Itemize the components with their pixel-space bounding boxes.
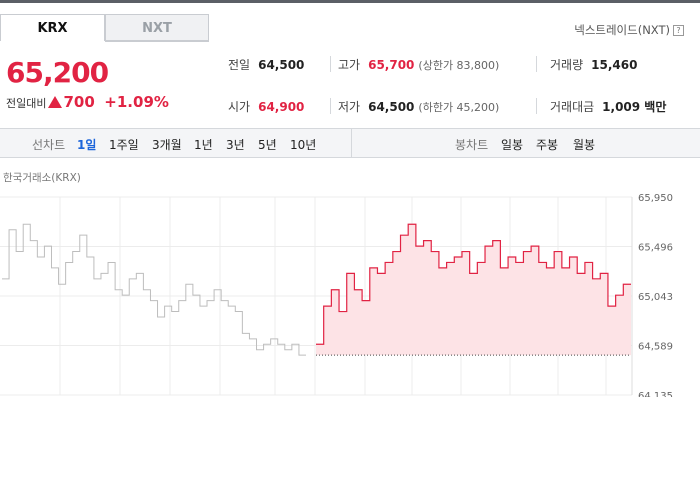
price-chart: 65,950 65,496 65,043 64,589 64,135 bbox=[0, 193, 673, 397]
change-label: 전일대비 bbox=[6, 97, 47, 110]
y-tick-label: 65,950 bbox=[638, 193, 673, 204]
toolbar-divider bbox=[351, 129, 352, 157]
candle-daily[interactable]: 일봉 bbox=[501, 136, 523, 153]
y-tick-label: 64,135 bbox=[638, 391, 673, 397]
divider bbox=[330, 56, 331, 72]
stat-amount: 거래대금 1,009 백만 bbox=[550, 98, 666, 115]
stat-label: 저가 bbox=[338, 100, 361, 114]
stat-sub: (하한가 45,200) bbox=[418, 101, 500, 114]
change-value: 700 bbox=[63, 93, 95, 111]
line-chart-label: 선차트 bbox=[32, 138, 66, 152]
stat-value: 15,460 bbox=[591, 58, 638, 72]
tab-underline bbox=[105, 41, 209, 42]
candle-monthly[interactable]: 월봉 bbox=[573, 136, 595, 153]
range-5y[interactable]: 5년 bbox=[258, 136, 277, 153]
stat-sub: (상한가 83,800) bbox=[418, 59, 500, 72]
nxt-info-link[interactable]: 넥스트레이드(NXT)? bbox=[574, 22, 684, 38]
tab-krx[interactable]: KRX bbox=[0, 14, 105, 41]
help-icon[interactable]: ? bbox=[673, 25, 684, 36]
up-triangle-icon bbox=[48, 96, 63, 108]
y-tick-label: 65,496 bbox=[638, 243, 673, 254]
stat-open: 시가 64,900 bbox=[228, 98, 304, 115]
stat-volume: 거래량 15,460 bbox=[550, 56, 637, 73]
chart-title: 한국거래소(KRX) bbox=[3, 172, 81, 184]
stat-value: 64,500 bbox=[368, 100, 415, 114]
y-tick-label: 65,043 bbox=[638, 292, 673, 303]
stat-value: 64,900 bbox=[258, 100, 305, 114]
divider bbox=[536, 98, 537, 114]
divider bbox=[330, 98, 331, 114]
tab-nxt[interactable]: NXT bbox=[105, 14, 209, 41]
nxt-link-label: 넥스트레이드(NXT) bbox=[574, 23, 670, 37]
price-change: 전일대비 700 +1.09% bbox=[6, 93, 169, 111]
range-3y[interactable]: 3년 bbox=[226, 136, 245, 153]
stat-label: 고가 bbox=[338, 58, 361, 72]
range-10y[interactable]: 10년 bbox=[290, 136, 316, 153]
stat-value: 1,009 백만 bbox=[602, 100, 667, 114]
range-1y[interactable]: 1년 bbox=[194, 136, 213, 153]
divider bbox=[536, 56, 537, 72]
change-percent: +1.09% bbox=[104, 93, 169, 111]
candle-weekly[interactable]: 주봉 bbox=[536, 136, 558, 153]
current-price: 65,200 bbox=[6, 56, 109, 89]
range-1w[interactable]: 1주일 bbox=[109, 136, 139, 153]
chart-toolbar: 선차트 1일 1주일 3개월 1년 3년 5년 10년 봉차트 일봉 주봉 월봉 bbox=[0, 128, 700, 158]
stat-label: 거래량 bbox=[550, 58, 584, 72]
stat-value: 65,700 bbox=[368, 58, 415, 72]
stat-label: 거래대금 bbox=[550, 100, 595, 114]
stat-low: 저가 64,500 (하한가 45,200) bbox=[338, 98, 499, 115]
stat-high: 고가 65,700 (상한가 83,800) bbox=[338, 56, 499, 73]
candle-chart-label: 봉차트 bbox=[455, 138, 489, 152]
stat-prev-close: 전일 64,500 bbox=[228, 56, 304, 73]
market-tabs: KRX NXT bbox=[0, 14, 210, 42]
series-line-previous bbox=[2, 223, 306, 356]
range-1d[interactable]: 1일 bbox=[77, 136, 96, 153]
series-area-current bbox=[316, 224, 631, 356]
stat-label: 전일 bbox=[228, 58, 251, 72]
stats-panel: 전일 64,500 고가 65,700 (상한가 83,800) 거래량 15,460 … bbox=[214, 50, 700, 122]
stat-value: 64,500 bbox=[258, 58, 305, 72]
top-border bbox=[0, 0, 700, 3]
y-tick-label: 64,589 bbox=[638, 341, 673, 352]
range-3m[interactable]: 3개월 bbox=[152, 136, 182, 153]
stat-label: 시가 bbox=[228, 100, 251, 114]
